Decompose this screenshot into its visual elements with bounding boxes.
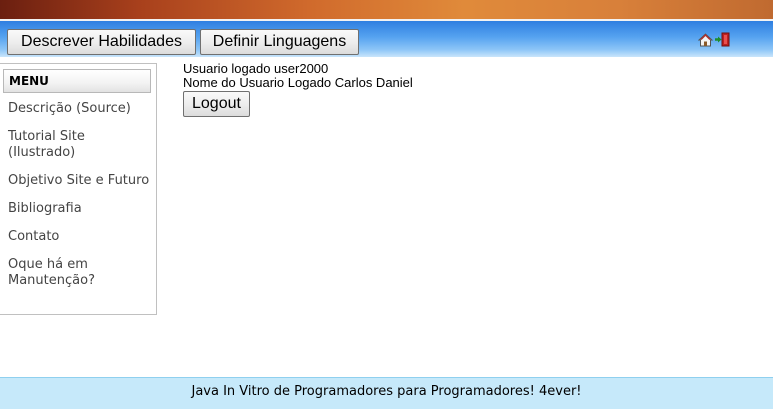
home-icon[interactable] [698,32,713,48]
header-banner [0,0,773,19]
menu-item-descricao[interactable]: Descrição (Source) [8,101,154,117]
top-navigation-bar: Descrever Habilidades Definir Linguagens [0,21,773,57]
main-content: Usuario logado user2000 Nome do Usuario … [183,62,413,117]
menu-item-contato[interactable]: Contato [8,229,154,245]
footer-text: Java In Vitro de Programadores para Prog… [191,384,582,399]
menu-item-manutencao[interactable]: Oque há em Manutenção? [8,257,154,289]
logged-user-text: Usuario logado user2000 [183,61,329,76]
sidebar-menu: MENU Descrição (Source) Tutorial Site (I… [0,63,157,315]
menu-item-bibliografia[interactable]: Bibliografia [8,201,154,217]
define-languages-button[interactable]: Definir Linguagens [200,29,359,55]
menu-item-tutorial[interactable]: Tutorial Site (Ilustrado) [8,129,154,161]
toolbar-icons [698,32,730,48]
menu-list: Descrição (Source) Tutorial Site (Ilustr… [8,101,154,301]
logged-name-text: Nome do Usuario Logado Carlos Daniel [183,75,413,90]
describe-skills-button[interactable]: Descrever Habilidades [7,29,196,55]
exit-icon[interactable] [714,32,730,48]
logout-button[interactable]: Logout [183,91,250,117]
menu-title: MENU [3,69,151,93]
footer: Java In Vitro de Programadores para Prog… [0,377,773,409]
menu-item-objetivo[interactable]: Objetivo Site e Futuro [8,173,154,189]
